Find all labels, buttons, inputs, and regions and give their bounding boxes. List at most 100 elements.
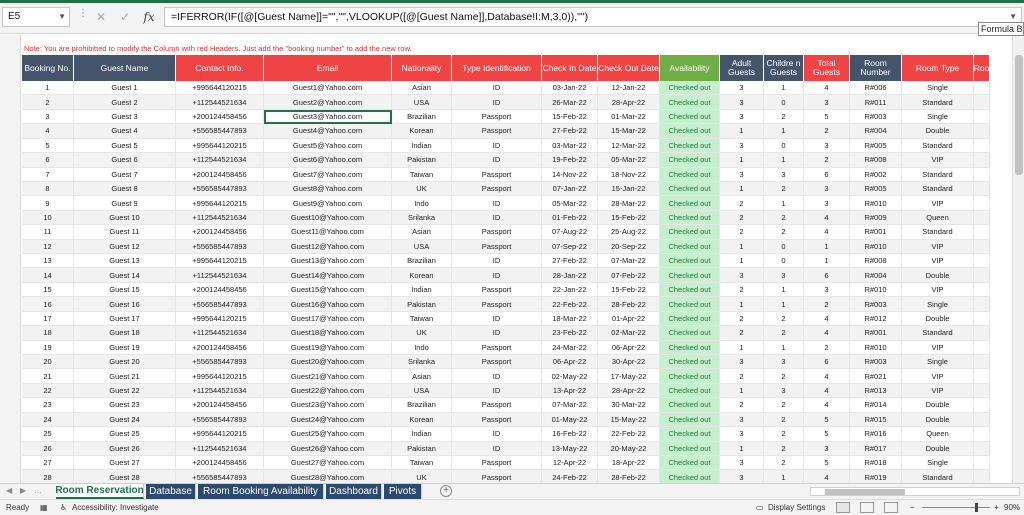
cell-check-out-date[interactable]: 20-May-22 xyxy=(598,441,660,456)
cell-room-number[interactable]: R#016 xyxy=(850,427,902,442)
cell-check-out-date[interactable]: 15-Jan-22 xyxy=(598,181,660,197)
cell-booking-no[interactable]: 8 xyxy=(22,181,74,197)
cell-type-identification[interactable]: Passport xyxy=(452,167,542,182)
cell-check-in-date[interactable]: 01-May-22 xyxy=(542,412,598,428)
cell-email[interactable]: Guest18@Yahoo.com xyxy=(264,326,392,341)
cell-room-number[interactable]: R#004 xyxy=(850,124,902,139)
header-room-number[interactable]: Room Number xyxy=(850,55,902,81)
cell-guest-name[interactable]: Guest 28 xyxy=(74,470,176,483)
cell-adult-guests[interactable]: 3 xyxy=(720,470,764,483)
cell-contact-info[interactable]: +200124458456 xyxy=(176,398,264,413)
cell-check-in-date[interactable]: 27-Feb-22 xyxy=(542,124,598,139)
cell-guest-name[interactable]: Guest 14 xyxy=(74,268,176,283)
cell-booking-no[interactable]: 5 xyxy=(22,138,74,154)
cell-contact-info[interactable]: +112544521634 xyxy=(176,326,264,341)
insert-function-icon[interactable]: fx xyxy=(140,7,158,27)
cell-childre-n-guests[interactable]: 2 xyxy=(764,210,804,226)
cell-nationality[interactable]: Taiwan xyxy=(392,311,452,327)
cell-contact-info[interactable]: +112544521634 xyxy=(176,268,264,283)
cell-childre-n-guests[interactable]: 2 xyxy=(764,455,804,471)
cell-total-guests[interactable]: 3 xyxy=(804,181,850,197)
cell-total-guests[interactable]: 6 xyxy=(804,355,850,370)
cell-availability[interactable]: Checked out xyxy=(660,210,720,226)
cell-email[interactable]: Guest3@Yahoo.com xyxy=(264,109,392,125)
cell-email[interactable]: Guest10@Yahoo.com xyxy=(264,210,392,226)
cell-total-guests[interactable]: 5 xyxy=(804,412,850,428)
cell-nationality[interactable]: Taiwan xyxy=(392,167,452,182)
cell-childre-n-guests[interactable]: 2 xyxy=(764,441,804,456)
cell-booking-no[interactable]: 16 xyxy=(22,297,74,312)
cell-total-guests[interactable]: 4 xyxy=(804,326,850,341)
cell-check-out-date[interactable]: 15-Feb-22 xyxy=(598,210,660,226)
cell-guest-name[interactable]: Guest 24 xyxy=(74,412,176,428)
zoom-slider[interactable] xyxy=(922,507,990,508)
cell-type-identification[interactable]: ID xyxy=(452,196,542,211)
cell-adult-guests[interactable]: 1 xyxy=(720,153,764,168)
cell-type-identification[interactable]: Passport xyxy=(452,124,542,139)
cell-check-in-date[interactable]: 22-Feb-22 xyxy=(542,297,598,312)
cell-adult-guests[interactable]: 2 xyxy=(720,398,764,413)
cell-guest-name[interactable]: Guest 19 xyxy=(74,340,176,356)
cell-room-type[interactable]: VIP xyxy=(902,254,974,269)
cell-adult-guests[interactable]: 3 xyxy=(720,412,764,428)
cell-check-in-date[interactable]: 24-Mar-22 xyxy=(542,340,598,356)
header-adult-guests[interactable]: Adult Guests xyxy=(720,55,764,81)
cell-childre-n-guests[interactable]: 1 xyxy=(764,470,804,483)
macro-record-icon[interactable]: ▦ xyxy=(40,503,48,512)
cell-guest-name[interactable]: Guest 9 xyxy=(74,196,176,211)
cell-adult-guests[interactable]: 2 xyxy=(720,282,764,298)
accessibility-icon[interactable]: ♿ xyxy=(60,503,67,512)
cell-booking-no[interactable]: 22 xyxy=(22,383,74,399)
cell-nationality[interactable]: Srilanka xyxy=(392,210,452,226)
cell-email[interactable]: Guest11@Yahoo.com xyxy=(264,225,392,240)
cell-availability[interactable]: Checked out xyxy=(660,427,720,442)
cell-room-type[interactable]: Standard xyxy=(902,167,974,182)
next-sheet-icon[interactable]: ▶ xyxy=(20,486,26,495)
cell-adult-guests[interactable]: 3 xyxy=(720,167,764,182)
cell-availability[interactable]: Checked out xyxy=(660,239,720,255)
cell-guest-name[interactable]: Guest 6 xyxy=(74,153,176,168)
cell-type-identification[interactable]: Passport xyxy=(452,412,542,428)
cell-booking-no[interactable]: 27 xyxy=(22,455,74,471)
cell-roo[interactable] xyxy=(974,268,990,283)
cell-email[interactable]: Guest13@Yahoo.com xyxy=(264,254,392,269)
cell-check-out-date[interactable]: 20-Sep-22 xyxy=(598,239,660,255)
expand-formula-icon[interactable]: ▼ xyxy=(1009,12,1017,21)
cell-childre-n-guests[interactable]: 1 xyxy=(764,340,804,356)
cell-booking-no[interactable]: 6 xyxy=(22,153,74,168)
cell-check-in-date[interactable]: 15-Feb-22 xyxy=(542,109,598,125)
cell-check-in-date[interactable]: 14-Nov-22 xyxy=(542,167,598,182)
cell-nationality[interactable]: Korean xyxy=(392,124,452,139)
cell-check-out-date[interactable]: 15-Feb-22 xyxy=(598,282,660,298)
cell-check-out-date[interactable]: 07-Feb-22 xyxy=(598,268,660,283)
cell-email[interactable]: Guest1@Yahoo.com xyxy=(264,81,392,96)
cell-type-identification[interactable]: Passport xyxy=(452,470,542,483)
page-layout-icon[interactable] xyxy=(860,502,874,513)
cell-availability[interactable]: Checked out xyxy=(660,196,720,211)
cell-guest-name[interactable]: Guest 20 xyxy=(74,355,176,370)
cell-room-number[interactable]: R#001 xyxy=(850,326,902,341)
cell-total-guests[interactable]: 4 xyxy=(804,470,850,483)
cell-nationality[interactable]: Indian xyxy=(392,427,452,442)
cell-contact-info[interactable]: +112544521634 xyxy=(176,383,264,399)
cell-total-guests[interactable]: 1 xyxy=(804,239,850,255)
cell-booking-no[interactable]: 26 xyxy=(22,441,74,456)
cell-adult-guests[interactable]: 3 xyxy=(720,455,764,471)
cell-roo[interactable] xyxy=(974,455,990,471)
cell-adult-guests[interactable]: 1 xyxy=(720,383,764,399)
header-guest-name[interactable]: Guest Name xyxy=(74,55,176,81)
cell-nationality[interactable]: Brazilian xyxy=(392,254,452,269)
tab-room-reservation[interactable]: Room Reservation xyxy=(55,484,144,499)
cell-check-in-date[interactable]: 27-Feb-22 xyxy=(542,254,598,269)
cell-booking-no[interactable]: 14 xyxy=(22,268,74,283)
cell-roo[interactable] xyxy=(974,210,990,226)
cell-availability[interactable]: Checked out xyxy=(660,254,720,269)
cell-total-guests[interactable]: 2 xyxy=(804,153,850,168)
cell-booking-no[interactable]: 17 xyxy=(22,311,74,327)
cell-check-out-date[interactable]: 02-Mar-22 xyxy=(598,326,660,341)
cell-guest-name[interactable]: Guest 3 xyxy=(74,109,176,125)
cell-contact-info[interactable]: +995644120215 xyxy=(176,196,264,211)
cell-guest-name[interactable]: Guest 16 xyxy=(74,297,176,312)
cell-childre-n-guests[interactable]: 0 xyxy=(764,254,804,269)
cell-booking-no[interactable]: 15 xyxy=(22,282,74,298)
